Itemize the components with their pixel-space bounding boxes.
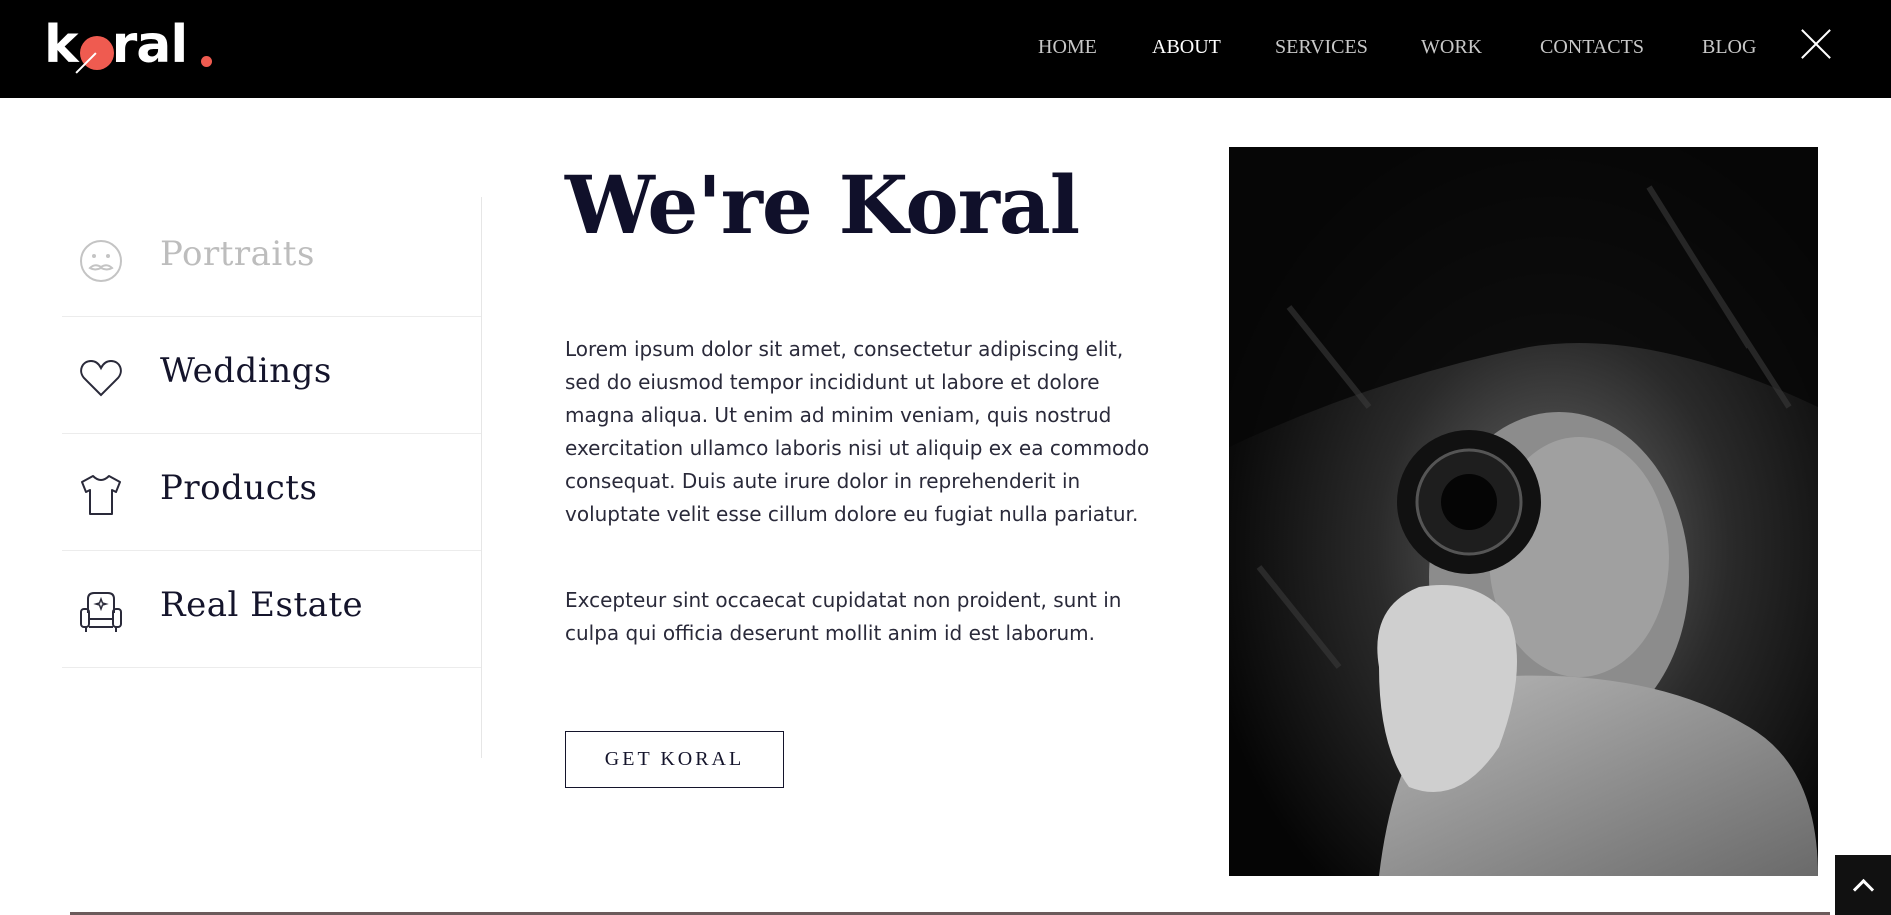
intro-paragraph: Lorem ipsum dolor sit amet, consectetur …: [565, 337, 1150, 526]
logo-text: k ral: [44, 15, 188, 75]
get-koral-button[interactable]: GET KORAL: [565, 731, 784, 788]
nav-contacts[interactable]: CONTACTS: [1540, 36, 1644, 59]
service-item-weddings[interactable]: Weddings: [62, 317, 482, 434]
service-item-real-estate[interactable]: Real Estate: [62, 551, 482, 668]
divider: [481, 197, 482, 758]
service-label-real-estate: Real Estate: [160, 585, 364, 625]
nav-services[interactable]: SERVICES: [1275, 36, 1368, 59]
heart-icon: [80, 359, 122, 397]
service-label-weddings: Weddings: [160, 351, 332, 391]
nav-work[interactable]: WORK: [1421, 36, 1482, 59]
page-title: We're Koral: [565, 158, 1080, 252]
logo-period-icon: [201, 56, 212, 67]
tshirt-icon: [81, 475, 121, 515]
service-item-products[interactable]: Products: [62, 434, 482, 551]
service-item-portraits[interactable]: Portraits: [62, 200, 482, 317]
armchair-icon: [80, 592, 122, 632]
service-label-products: Products: [160, 468, 318, 508]
nav-home[interactable]: HOME: [1038, 36, 1097, 59]
nav-about[interactable]: ABOUT: [1152, 36, 1221, 59]
photographer-image: [1229, 147, 1818, 876]
koral-logo[interactable]: k ral: [44, 14, 224, 76]
logo-dot-icon: [80, 36, 114, 70]
nav-blog[interactable]: BLOG: [1702, 36, 1756, 59]
close-icon[interactable]: [1800, 28, 1832, 60]
secondary-paragraph: Excepteur sint occaecat cupidatat non pr…: [565, 588, 1122, 645]
site-header: k ral HOME ABOUT SERVICES WORK CONTACTS B…: [0, 0, 1891, 98]
service-label-portraits: Portraits: [160, 234, 315, 274]
mustache-face-icon: [80, 240, 122, 282]
back-to-top-button[interactable]: [1835, 855, 1891, 915]
hero-photo: [1229, 147, 1818, 876]
services-list: Portraits Weddings Products Real Estate: [62, 212, 482, 668]
